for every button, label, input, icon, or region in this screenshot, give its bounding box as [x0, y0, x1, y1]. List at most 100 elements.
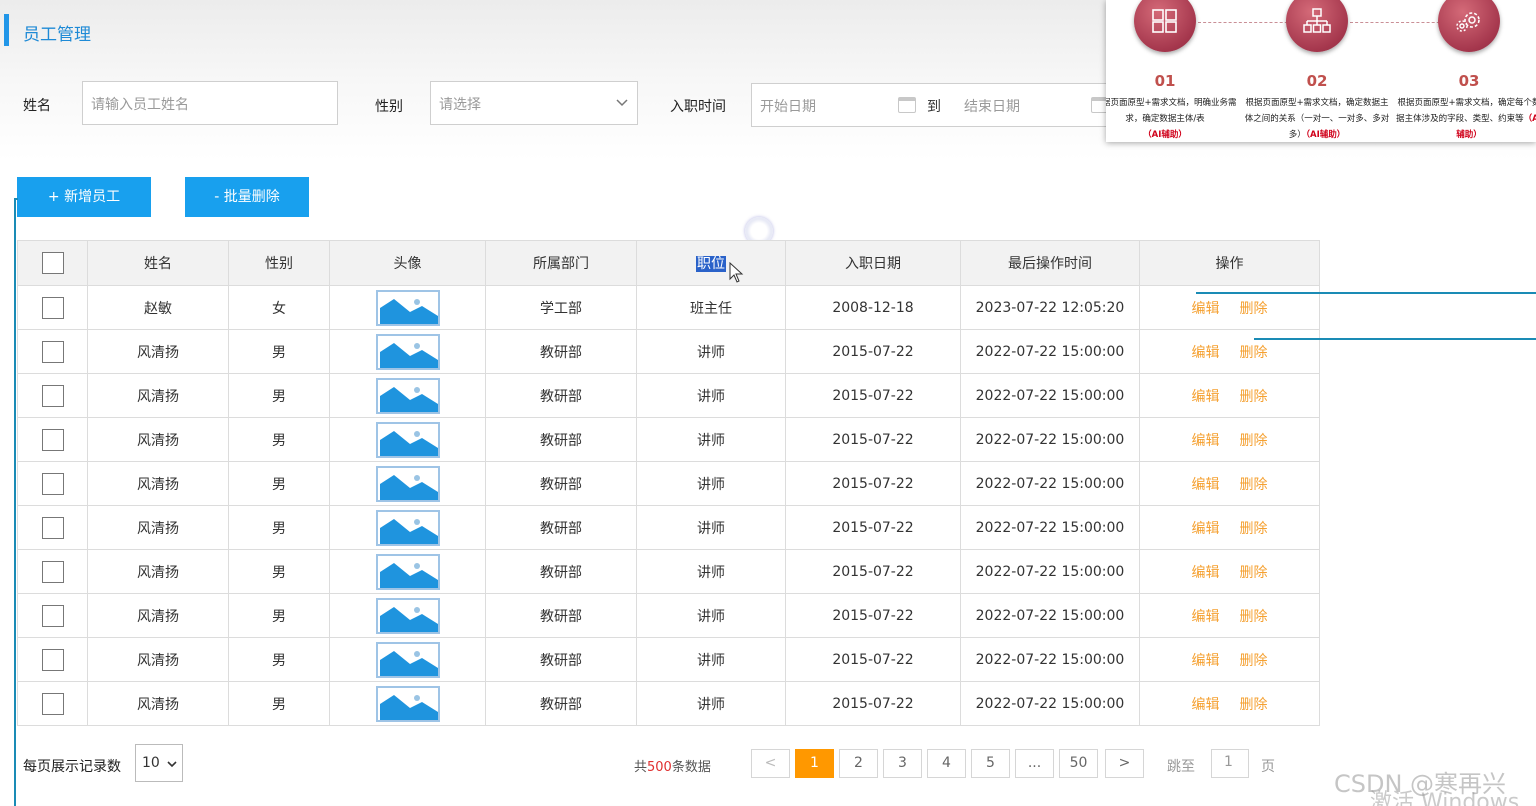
edit-link[interactable]: 编辑 [1192, 433, 1220, 449]
delete-link[interactable]: 删除 [1240, 345, 1268, 361]
gears-icon [1438, 0, 1500, 52]
cell-last-op: 2022-07-22 15:00:00 [960, 505, 1140, 550]
cell-gender: 男 [228, 681, 330, 726]
row-select-cell [17, 593, 88, 638]
delete-link[interactable]: 删除 [1240, 389, 1268, 405]
workflow-connector [1198, 22, 1298, 23]
jump-page-input[interactable]: 1 [1211, 749, 1249, 778]
page-button-1[interactable]: 1 [795, 749, 834, 778]
gender-select[interactable]: 请选择 [430, 81, 638, 125]
row-checkbox[interactable] [41, 516, 64, 539]
column-header-dept[interactable]: 所属部门 [485, 240, 637, 286]
cell-gender: 男 [228, 461, 330, 506]
column-header-actions[interactable]: 操作 [1139, 240, 1320, 286]
cell-actions: 编辑 删除 [1139, 593, 1320, 638]
cell-gender: 男 [228, 549, 330, 594]
cell-hire-date: 2015-07-22 [785, 417, 961, 462]
row-checkbox[interactable] [41, 472, 64, 495]
avatar-image-icon [375, 685, 440, 722]
table-row: 风清扬男教研部 讲师 2015-07-22 2022-07-22 15:00:00 编辑… [17, 417, 1320, 462]
page-button-4[interactable]: 4 [927, 749, 966, 778]
cell-name: 风清扬 [87, 461, 229, 506]
delete-link[interactable]: 删除 [1240, 477, 1268, 493]
cell-avatar [329, 593, 486, 638]
cell-avatar [329, 417, 486, 462]
edit-link[interactable]: 编辑 [1192, 565, 1220, 581]
page-size-select[interactable]: 10 [135, 744, 183, 782]
cell-hire-date: 2015-07-22 [785, 549, 961, 594]
cell-actions: 编辑 删除 [1139, 329, 1320, 374]
column-header-name[interactable]: 姓名 [87, 240, 229, 286]
delete-link[interactable]: 删除 [1240, 565, 1268, 581]
cell-name: 风清扬 [87, 505, 229, 550]
prev-page-button[interactable]: < [751, 749, 790, 778]
batch-delete-button[interactable]: - 批量删除 [185, 177, 309, 217]
avatar-image-icon [375, 641, 440, 678]
avatar-image-icon [375, 465, 440, 502]
delete-link[interactable]: 删除 [1240, 301, 1268, 317]
row-checkbox[interactable] [41, 428, 64, 451]
name-filter-input[interactable]: 请输入员工姓名 [82, 81, 338, 125]
edit-link[interactable]: 编辑 [1192, 697, 1220, 713]
cell-dept: 教研部 [485, 681, 637, 726]
row-checkbox[interactable] [41, 692, 64, 715]
cell-last-op: 2022-07-22 15:00:00 [960, 373, 1140, 418]
cell-actions: 编辑 删除 [1139, 681, 1320, 726]
column-header-position[interactable]: 职位 [636, 240, 786, 286]
edit-link[interactable]: 编辑 [1192, 389, 1220, 405]
select-all-checkbox[interactable] [41, 252, 64, 274]
edit-link[interactable]: 编辑 [1192, 653, 1220, 669]
table-row: 风清扬男教研部 讲师 2015-07-22 2022-07-22 15:00:00 编辑… [17, 593, 1320, 638]
workflow-step-desc: 根据页面原型+需求文档，确定数据主体之间的关系（一对一、一对多、多对多）（AI辅… [1244, 98, 1390, 140]
windows-activation-text: 激活 Windows [1370, 790, 1520, 806]
row-checkbox[interactable] [41, 384, 64, 407]
cell-position: 讲师 [636, 461, 786, 506]
delete-link[interactable]: 删除 [1240, 521, 1268, 537]
page-button-50[interactable]: 50 [1059, 749, 1098, 778]
chevron-down-icon [616, 99, 628, 107]
workflow-step-number: 01 [1154, 72, 1176, 90]
page-button-3[interactable]: 3 [883, 749, 922, 778]
cell-position: 讲师 [636, 329, 786, 374]
delete-link[interactable]: 删除 [1240, 609, 1268, 625]
org-chart-icon [1286, 0, 1348, 52]
start-date-input[interactable]: 开始日期 [760, 99, 816, 115]
cell-gender: 男 [228, 637, 330, 682]
cell-last-op: 2022-07-22 15:00:00 [960, 329, 1140, 374]
cell-name: 风清扬 [87, 549, 229, 594]
column-header-hire-date[interactable]: 入职日期 [785, 240, 961, 286]
edit-link[interactable]: 编辑 [1192, 345, 1220, 361]
row-checkbox[interactable] [41, 340, 64, 363]
delete-link[interactable]: 删除 [1240, 433, 1268, 449]
page-button-2[interactable]: 2 [839, 749, 878, 778]
cell-hire-date: 2015-07-22 [785, 373, 961, 418]
delete-link[interactable]: 删除 [1240, 697, 1268, 713]
row-checkbox[interactable] [41, 604, 64, 627]
edit-link[interactable]: 编辑 [1192, 521, 1220, 537]
edit-link[interactable]: 编辑 [1192, 477, 1220, 493]
cell-hire-date: 2015-07-22 [785, 637, 961, 682]
total-records: 共500条数据 [634, 760, 711, 775]
column-header-last-op[interactable]: 最后操作时间 [960, 240, 1140, 286]
workflow-panel: 01 根据页面原型+需求文档，明确业务需求，确定数据主体/表 （AI辅助） 02 … [1106, 0, 1536, 142]
date-range-picker[interactable]: 开始日期 到 结束日期 [751, 83, 1111, 127]
cell-gender: 男 [228, 593, 330, 638]
column-header-gender[interactable]: 性别 [228, 240, 330, 286]
cell-name: 风清扬 [87, 637, 229, 682]
end-date-input[interactable]: 结束日期 [964, 96, 1020, 116]
row-checkbox[interactable] [41, 296, 64, 319]
row-checkbox[interactable] [41, 648, 64, 671]
add-employee-button[interactable]: + 新增员工 [17, 177, 151, 217]
cell-position: 班主任 [636, 285, 786, 330]
row-checkbox[interactable] [41, 560, 64, 583]
next-page-button[interactable]: > [1105, 749, 1144, 778]
column-header-avatar[interactable]: 头像 [329, 240, 486, 286]
cell-gender: 男 [228, 417, 330, 462]
cell-avatar [329, 681, 486, 726]
edit-link[interactable]: 编辑 [1192, 609, 1220, 625]
page-button-5[interactable]: 5 [971, 749, 1010, 778]
delete-link[interactable]: 删除 [1240, 653, 1268, 669]
cell-dept: 教研部 [485, 461, 637, 506]
cell-name: 风清扬 [87, 329, 229, 374]
edit-link[interactable]: 编辑 [1192, 301, 1220, 317]
